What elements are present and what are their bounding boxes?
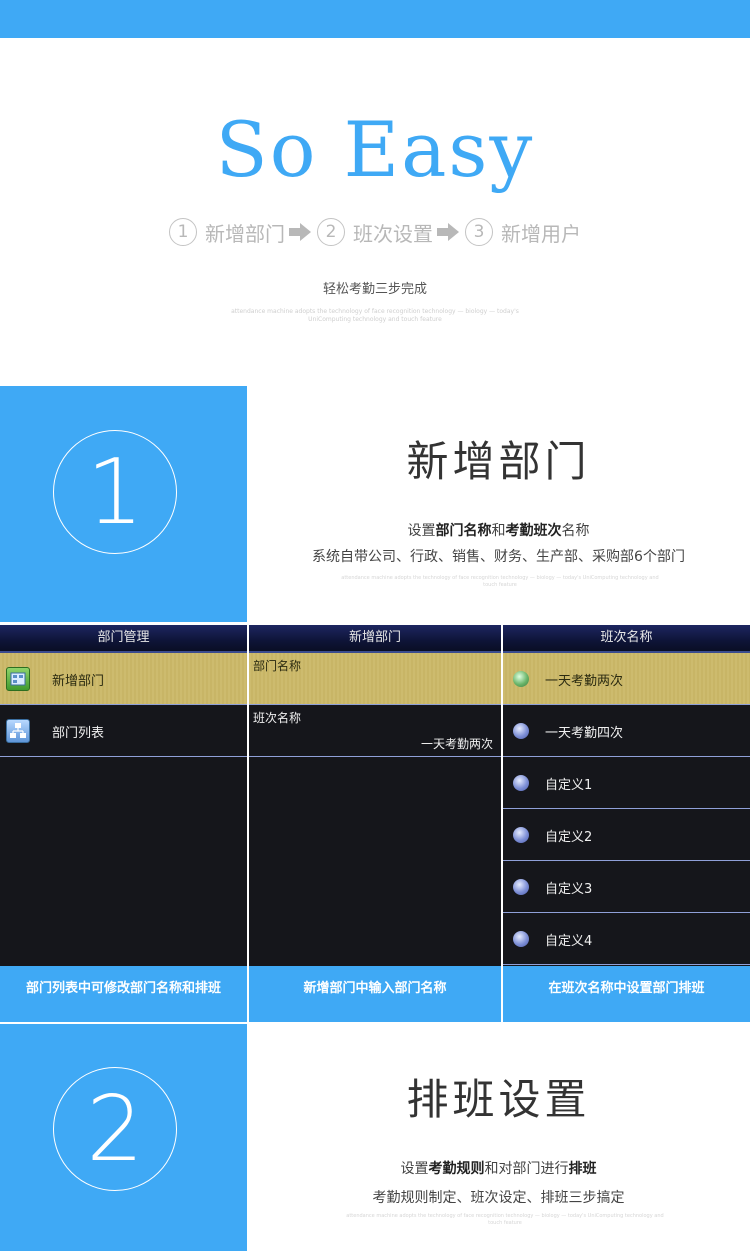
radio-icon: [513, 723, 529, 739]
menu-item-department-list[interactable]: 部门列表: [0, 705, 247, 757]
shift-option-label: 自定义2: [545, 830, 593, 845]
steps-flow: 1 新增部门 2 班次设置 3 新增用户: [0, 216, 750, 248]
step-number-3: 3: [465, 218, 493, 246]
shift-option-label: 自定义1: [545, 778, 593, 793]
section1-number: 1: [86, 439, 144, 545]
section2-fine-print: attendance machine adopts the technology…: [346, 1213, 664, 1226]
shift-option-label: 自定义4: [545, 934, 593, 949]
radio-icon: [513, 775, 529, 791]
department-name-field[interactable]: 部门名称: [249, 653, 501, 705]
section2-detail: 考勤规则制定、班次设定、排班三步搞定: [372, 1190, 625, 1206]
caption-dept-list: 部门列表中可修改部门名称和排班: [0, 966, 247, 1022]
step-number-1: 1: [169, 218, 197, 246]
hero-title: So Easy: [215, 105, 535, 194]
arrow-right-icon: [437, 223, 459, 241]
field-label: 班次名称: [253, 711, 302, 725]
step-number-2: 2: [317, 218, 345, 246]
hero-fine-print: attendance machine adopts the technology…: [231, 308, 519, 323]
section2-number: 2: [86, 1076, 144, 1182]
step-label-3: 新增用户: [501, 221, 581, 246]
step-3: 3 新增用户: [465, 218, 581, 247]
dept-management-header: 部门管理: [0, 625, 247, 653]
new-department-screen: 新增部门 部门名称 班次名称 一天考勤两次: [249, 625, 501, 966]
shift-option[interactable]: 一天考勤两次: [503, 653, 750, 705]
radio-icon: [513, 879, 529, 895]
add-department-icon: [6, 667, 30, 691]
step-2: 2 班次设置: [317, 218, 433, 247]
radio-icon: [513, 827, 529, 843]
dept-management-screen: 部门管理 新增部门 部门列表: [0, 625, 247, 966]
caption-new-dept: 新增部门中输入部门名称: [249, 966, 501, 1022]
step-1: 1 新增部门: [169, 218, 285, 247]
shift-name-field[interactable]: 班次名称 一天考勤两次: [249, 705, 501, 757]
shift-option[interactable]: 自定义3: [503, 861, 750, 913]
department-list-icon: [6, 719, 30, 743]
menu-item-label: 部门列表: [52, 726, 105, 741]
section1-title: 新增部门: [406, 437, 591, 486]
shift-option-label: 自定义3: [545, 882, 593, 897]
shift-option[interactable]: 自定义1: [503, 757, 750, 809]
section2-description: 设置考勤规则和对部门进行排班: [400, 1161, 597, 1177]
shift-option-label: 一天考勤四次: [545, 726, 624, 741]
section1-number-badge: 1: [53, 430, 177, 554]
hero-subtitle: 轻松考勤三步完成: [322, 282, 427, 297]
new-department-header: 新增部门: [249, 625, 501, 653]
shift-name-header: 班次名称: [503, 625, 750, 653]
shift-option[interactable]: 自定义4: [503, 913, 750, 965]
section1-fine-print: attendance machine adopts the technology…: [341, 575, 659, 588]
menu-item-new-department[interactable]: 新增部门: [0, 653, 247, 705]
radio-icon: [513, 931, 529, 947]
step-label-2: 班次设置: [353, 221, 433, 246]
field-label: 部门名称: [253, 659, 302, 673]
step-label-1: 新增部门: [205, 221, 285, 246]
field-value: 一天考勤两次: [420, 737, 493, 751]
shift-option-label: 一天考勤两次: [545, 674, 624, 689]
section2-title: 排班设置: [406, 1075, 591, 1124]
arrow-right-icon: [289, 223, 311, 241]
shift-option[interactable]: 自定义2: [503, 809, 750, 861]
section1-description: 设置部门名称和考勤班次名称: [407, 523, 590, 539]
radio-selected-icon: [513, 671, 529, 687]
shift-name-screen: 班次名称 一天考勤两次 一天考勤四次 自定义1 自定义2 自定义3 自定义4: [503, 625, 750, 966]
caption-shift-name: 在班次名称中设置部门排班: [503, 966, 750, 1022]
shift-option[interactable]: 一天考勤四次: [503, 705, 750, 757]
menu-item-label: 新增部门: [52, 674, 105, 689]
section2-number-badge: 2: [53, 1067, 177, 1191]
section1-detail: 系统自带公司、行政、销售、财务、生产部、采购部6个部门: [312, 549, 685, 565]
top-banner-bar: [0, 0, 750, 38]
